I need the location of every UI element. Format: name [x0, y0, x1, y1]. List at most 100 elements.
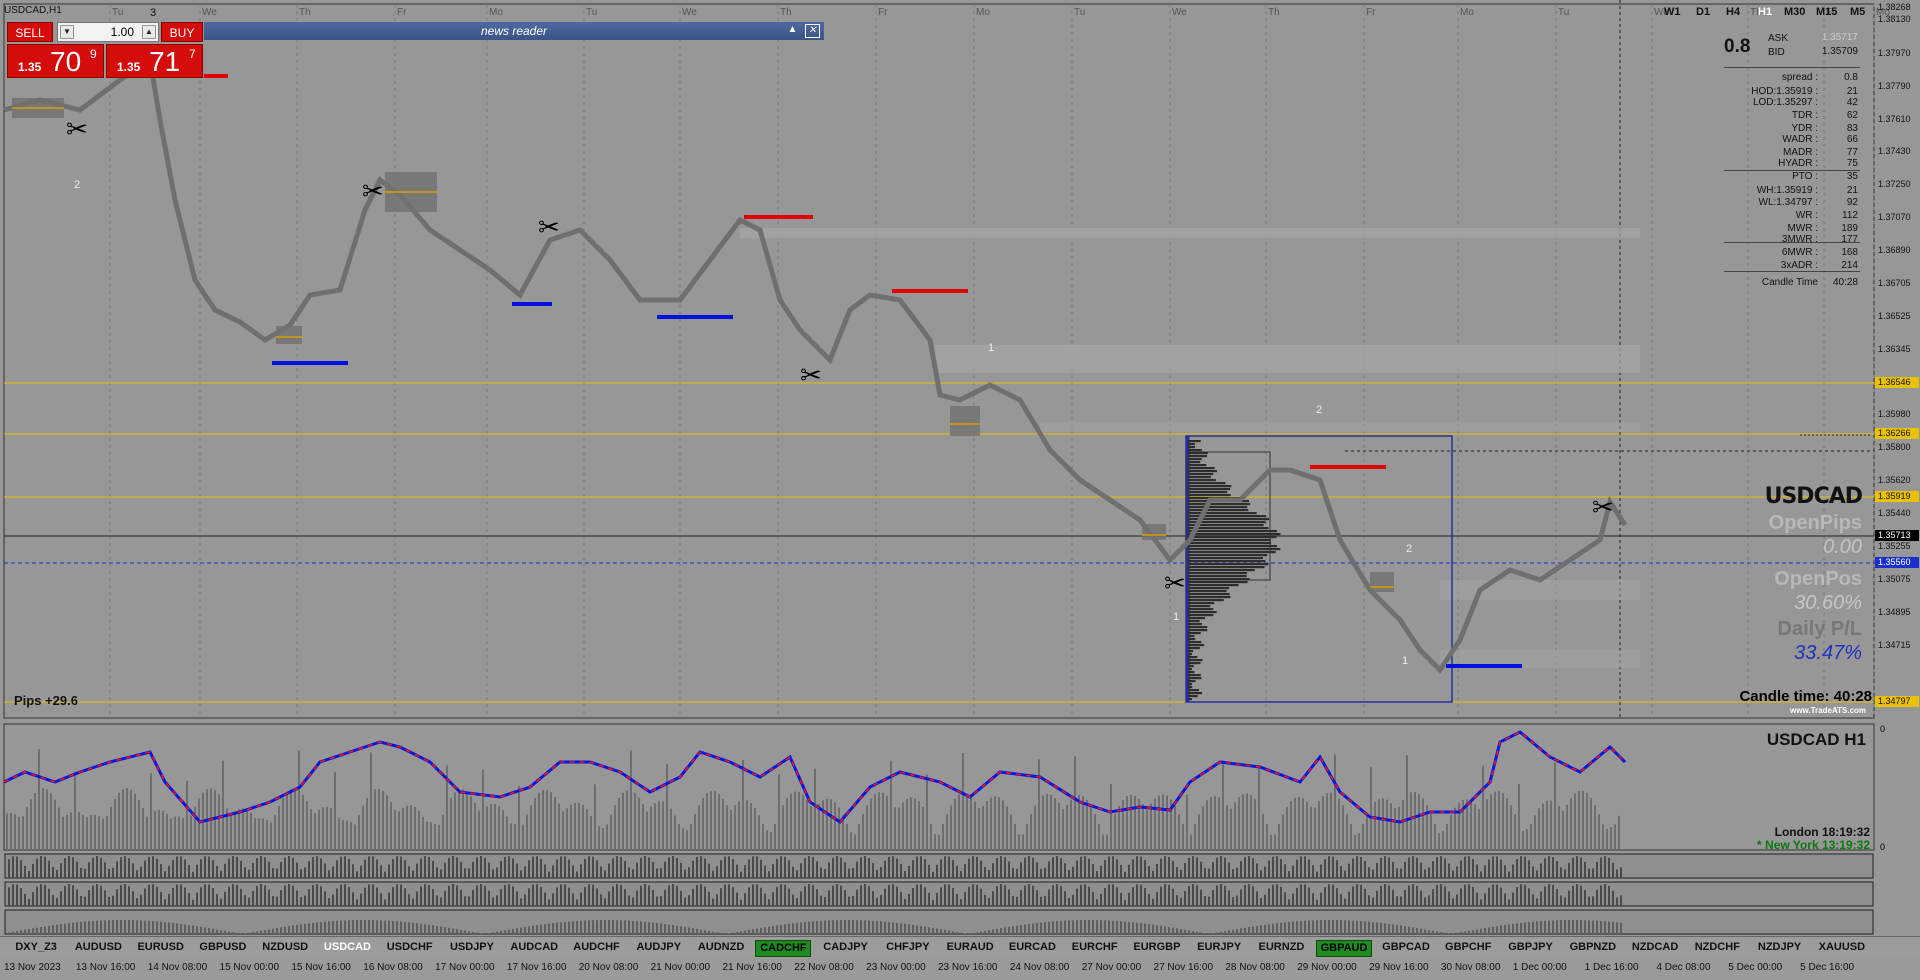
symbol-tab-usdchf[interactable]: USDCHF — [382, 940, 438, 957]
symbol-tab-gbpusd[interactable]: GBPUSD — [195, 940, 251, 957]
buy-price-button[interactable]: 1.35 71 7 — [106, 44, 203, 78]
bid-label: BID — [1768, 47, 1785, 58]
lot-value: 1.00 — [110, 25, 134, 39]
stat-value: 21 — [1846, 185, 1858, 196]
symbol-tab-nzdchf[interactable]: NZDCHF — [1689, 940, 1745, 957]
stat-key: PTO : — [1792, 171, 1818, 182]
time-label: 4 Dec 08:00 — [1656, 962, 1711, 973]
day-label: Tu — [586, 7, 597, 18]
lot-increase-icon[interactable]: ▲ — [142, 25, 156, 39]
price-label: 1.35800 — [1878, 442, 1911, 452]
symbol-tab-eurcad[interactable]: EURCAD — [1004, 940, 1060, 957]
indicator-strips — [4, 853, 1874, 935]
news-reader-bar[interactable]: news reader ▲ ✕ — [204, 22, 824, 40]
stat-key: TDR : — [1791, 110, 1818, 121]
stat-row: 3MWR : 177 — [1724, 234, 1860, 246]
symbol-tab-eurnzd[interactable]: EURNZD — [1253, 940, 1309, 957]
tf-m30[interactable]: M30 — [1784, 6, 1805, 18]
symbol-tab-gbpchf[interactable]: GBPCHF — [1440, 940, 1496, 957]
time-label: 5 Dec 16:00 — [1800, 962, 1855, 973]
time-label: 1 Dec 16:00 — [1584, 962, 1639, 973]
day-label: Th — [299, 7, 311, 18]
stat-value: 21 — [1846, 86, 1858, 97]
day-label: Fr — [397, 7, 407, 18]
symbol-tab-usdcad[interactable]: USDCAD — [319, 940, 375, 957]
symbol-tab-audcad[interactable]: AUDCAD — [506, 940, 562, 957]
tf-m5[interactable]: M5 — [1850, 6, 1865, 18]
symbol-tab-usdjpy[interactable]: USDJPY — [444, 940, 500, 957]
lot-decrease-icon[interactable]: ▼ — [60, 25, 74, 39]
price-tag: 1.35560 — [1875, 557, 1919, 568]
symbol-tab-cadjpy[interactable]: CADJPY — [817, 940, 873, 957]
tf-h4[interactable]: H4 — [1726, 6, 1740, 18]
stat-value: 92 — [1846, 197, 1858, 208]
daily-pl-value: 33.47% — [1794, 642, 1862, 664]
stat-key: MADR : — [1783, 147, 1818, 158]
stat-row: HYADR : 75 — [1724, 158, 1860, 170]
time-axis: 13 Nov 2023 13 Nov 16:00 14 Nov 08:00 15 No… — [0, 958, 1920, 980]
time-label: 27 Nov 00:00 — [1081, 962, 1142, 973]
time-label: 20 Nov 08:00 — [578, 962, 639, 973]
sell-button[interactable]: SELL — [7, 22, 53, 42]
symbol-tab-eurchf[interactable]: EURCHF — [1067, 940, 1123, 957]
symbol-tab-audjpy[interactable]: AUDJPY — [631, 940, 687, 957]
oscillator-chart[interactable] — [0, 722, 1920, 852]
symbol-tab-eurgbp[interactable]: EURGBP — [1129, 940, 1185, 957]
tf-m15[interactable]: M15 — [1816, 6, 1837, 18]
tf-h1[interactable]: H1 — [1758, 6, 1772, 18]
lot-size-input[interactable]: ▼ 1.00 ▲ — [57, 22, 159, 42]
price-label: 1.35620 — [1878, 475, 1911, 485]
open-pos-label: OpenPos — [1774, 568, 1862, 590]
price-label: 1.35255 — [1878, 541, 1911, 551]
stat-row: 6MWR : 168 — [1724, 247, 1860, 259]
stat-value: 112 — [1842, 210, 1858, 221]
scissors-icon: ✂ — [1164, 569, 1186, 599]
price-chart[interactable]: ✂ ✂ ✂ ✂ ✂ ✂ 2 1 2 2 1 1 3 Tu We Th Fr Mo Tu We Th Fr M… — [0, 0, 1920, 722]
open-pips-value: 0.00 — [1823, 536, 1862, 558]
symbol-tab-nzdcad[interactable]: NZDCAD — [1627, 940, 1683, 957]
stat-value: 35 — [1846, 171, 1858, 182]
symbol-tab-audnzd[interactable]: AUDNZD — [693, 940, 749, 957]
stat-value: 42 — [1846, 97, 1858, 108]
stat-value: 40:28 — [1832, 277, 1858, 288]
time-label: 28 Nov 08:00 — [1225, 962, 1285, 973]
symbol-tab-eurusd[interactable]: EURUSD — [133, 940, 189, 957]
symbol-tab-cadchf[interactable]: CADCHF — [755, 940, 812, 957]
stat-key: 6MWR : — [1781, 247, 1818, 258]
svg-text:3: 3 — [150, 7, 156, 19]
scissors-icon: ✂ — [800, 361, 822, 391]
close-icon[interactable]: ✕ — [805, 24, 820, 38]
time-label: 23 Nov 00:00 — [866, 962, 926, 973]
symbol-tab-eurjpy[interactable]: EURJPY — [1191, 940, 1247, 957]
symbol-tab-gbpaud[interactable]: GBPAUD — [1315, 940, 1372, 957]
symbol-tab-chfjpy[interactable]: CHFJPY — [880, 940, 936, 957]
buy-button[interactable]: BUY — [161, 22, 203, 42]
symbol-tab-nzdusd[interactable]: NZDUSD — [257, 940, 313, 957]
osc-axis-top: 0 — [1880, 724, 1886, 734]
symbol-tab-dxy_z3[interactable]: DXY_Z3 — [8, 940, 64, 957]
price-label: 1.36525 — [1878, 311, 1911, 321]
symbol-tab-nzdjpy[interactable]: NZDJPY — [1751, 940, 1807, 957]
open-pips-label: OpenPips — [1768, 512, 1862, 534]
symbol-tab-gbpnzd[interactable]: GBPNZD — [1565, 940, 1621, 957]
price-label: 1.37610 — [1878, 114, 1911, 124]
symbol-tab-gbpcad[interactable]: GBPCAD — [1378, 940, 1434, 957]
day-label: Tu — [1558, 7, 1569, 18]
sell-price-button[interactable]: 1.35 70 9 — [7, 44, 104, 78]
candle-time: Candle time: 40:28 — [1739, 688, 1872, 705]
ask-label: ASK — [1768, 33, 1789, 44]
price-label: 1.38130 — [1878, 14, 1911, 24]
stat-key: 3MWR : — [1781, 234, 1818, 245]
time-label: 21 Nov 16:00 — [722, 962, 782, 973]
symbol-tab-euraud[interactable]: EURAUD — [942, 940, 998, 957]
tf-d1[interactable]: D1 — [1696, 6, 1710, 18]
tf-w1[interactable]: W1 — [1664, 6, 1681, 18]
symbol-tab-audchf[interactable]: AUDCHF — [568, 940, 624, 957]
price-label: 1.37430 — [1878, 146, 1911, 156]
price-axis[interactable]: 1.38130 1.37970 1.37790 1.37610 1.37430 1.372… — [1874, 0, 1920, 722]
symbol-tab-gbpjpy[interactable]: GBPJPY — [1502, 940, 1558, 957]
symbol-tab-xauusd[interactable]: XAUUSD — [1814, 940, 1870, 957]
stat-key: MWR : — [1787, 223, 1818, 234]
symbol-tab-audusd[interactable]: AUDUSD — [70, 940, 126, 957]
collapse-icon[interactable]: ▲ — [785, 24, 800, 38]
